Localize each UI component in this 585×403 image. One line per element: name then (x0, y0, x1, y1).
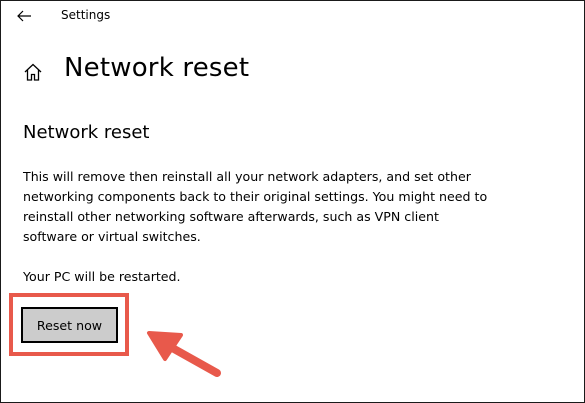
reset-now-button[interactable]: Reset now (21, 307, 118, 343)
restart-note: Your PC will be restarted. (23, 269, 181, 284)
back-arrow-icon (17, 10, 31, 22)
page-title: Network reset (64, 53, 250, 83)
section-title: Network reset (23, 122, 150, 143)
settings-window: Settings Network reset Network reset Thi… (0, 0, 585, 403)
description-text: This will remove then reinstall all your… (23, 169, 488, 244)
window-title: Settings (61, 8, 111, 22)
title-bar: Settings (1, 1, 584, 31)
back-button[interactable] (12, 5, 36, 27)
home-icon (24, 63, 42, 81)
pointer-arrow-icon (147, 331, 221, 377)
